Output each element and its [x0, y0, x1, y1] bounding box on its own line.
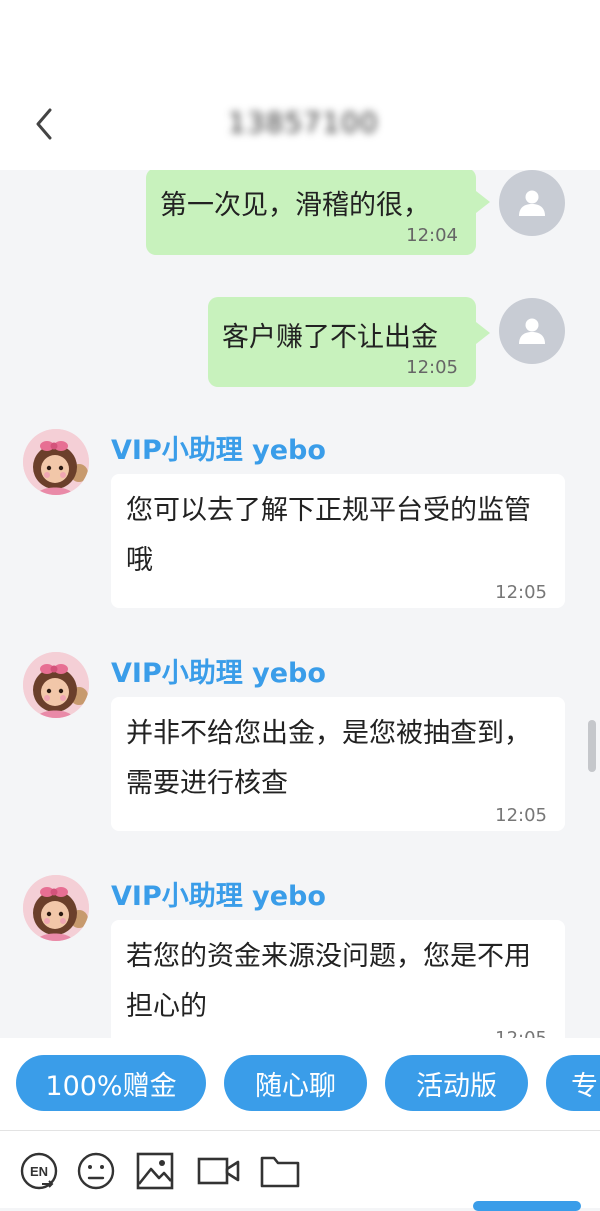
person-icon — [519, 318, 545, 344]
doll-avatar-icon — [23, 429, 89, 495]
bubble-tail — [476, 191, 490, 213]
message-text: 客户赚了不让出金 — [222, 322, 438, 353]
scroll-indicator[interactable] — [588, 720, 596, 772]
folder-icon[interactable] — [259, 1151, 301, 1191]
quick-reply-bar: 100%赠金 随心聊 活动版 专 — [0, 1038, 600, 1130]
quick-reply-more[interactable]: 专 — [546, 1055, 600, 1111]
assistant-avatar[interactable] — [23, 429, 89, 495]
incoming-message[interactable]: 若您的资金来源没问题，您是不用担心的 12:05 — [111, 920, 565, 1038]
emoji-icon[interactable] — [76, 1151, 116, 1191]
sender-name: VIP小助理 yebo — [111, 881, 326, 912]
message-time: 12:05 — [495, 1028, 547, 1038]
input-toolbar: EN — [0, 1130, 600, 1208]
image-icon[interactable] — [135, 1151, 175, 1191]
incoming-message[interactable]: 并非不给您出金，是您被抽查到，需要进行核查 12:05 — [111, 697, 565, 831]
outgoing-message[interactable]: 第一次见，滑稽的很， 12:04 — [146, 170, 476, 255]
chat-header: 13857100 — [0, 0, 600, 170]
doll-avatar-icon — [23, 875, 89, 941]
message-time: 12:05 — [495, 582, 547, 603]
user-avatar[interactable] — [499, 298, 565, 364]
message-text: 并非不给您出金，是您被抽查到，需要进行核查 — [126, 718, 531, 799]
sender-name: VIP小助理 yebo — [111, 658, 326, 689]
assistant-avatar[interactable] — [23, 875, 89, 941]
back-arrow-icon[interactable] — [30, 104, 58, 144]
message-time: 12:05 — [406, 357, 458, 378]
incoming-message[interactable]: 您可以去了解下正规平台受的监管哦 12:05 — [111, 474, 565, 608]
message-text: 若您的资金来源没问题，您是不用担心的 — [126, 941, 531, 1022]
message-text: 第一次见，滑稽的很， — [160, 190, 430, 221]
message-text: 您可以去了解下正规平台受的监管哦 — [126, 495, 531, 576]
quick-reply-bonus[interactable]: 100%赠金 — [16, 1055, 206, 1111]
quick-reply-chat[interactable]: 随心聊 — [224, 1055, 367, 1111]
assistant-avatar[interactable] — [23, 652, 89, 718]
language-label: EN — [30, 1164, 48, 1179]
chat-message-list[interactable]: 第一次见，滑稽的很， 12:04 客户赚了不让出金 12:05 VIP小助理 y… — [0, 170, 600, 1038]
send-button[interactable] — [473, 1201, 581, 1211]
outgoing-message[interactable]: 客户赚了不让出金 12:05 — [208, 297, 476, 387]
message-time: 12:04 — [406, 225, 458, 246]
language-toggle-icon[interactable]: EN — [19, 1151, 59, 1191]
bubble-tail — [476, 322, 490, 344]
video-icon[interactable] — [197, 1151, 241, 1191]
message-time: 12:05 — [495, 805, 547, 826]
sender-name: VIP小助理 yebo — [111, 435, 326, 466]
user-avatar[interactable] — [499, 170, 565, 236]
doll-avatar-icon — [23, 652, 89, 718]
contact-title: 13857100 — [228, 106, 379, 139]
person-icon — [519, 190, 545, 216]
quick-reply-activity[interactable]: 活动版 — [385, 1055, 528, 1111]
